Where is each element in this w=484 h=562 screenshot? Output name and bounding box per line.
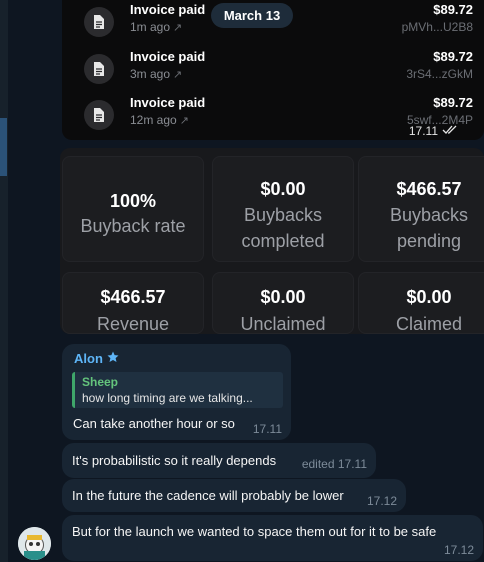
message-time: 17.11 [252,422,282,436]
reply-quote-text: how long timing are we talking... [82,391,253,405]
message-time: 17.12 [366,494,397,508]
external-link-icon[interactable]: ↗ [173,22,182,34]
stat-value: $0.00 [260,179,306,199]
star-icon [107,351,119,366]
date-separator-pill: March 13 [211,3,293,28]
invoice-amount: $89.72 [433,95,473,110]
invoice-title: Invoice paid [130,2,206,17]
invoice-time: 1m ago ↗ [130,20,182,34]
stat-value: $0.00 [260,287,306,307]
message-bubble[interactable]: Alon Sheep how long timing are we talkin… [62,344,291,440]
invoice-hash[interactable]: pMVh...U2B8 [402,20,473,34]
stat-card-revenue: $466.57 Revenue [62,272,204,334]
sidebar-strip [0,0,8,562]
sidebar-active-indicator [0,118,7,176]
external-link-icon[interactable]: ↗ [173,69,182,81]
stat-card-claimed: $0.00 Claimed [358,272,484,334]
reply-quote[interactable]: Sheep how long timing are we talking... [72,372,283,408]
stat-label: completed [241,231,325,251]
invoice-time-text: 3m ago [130,67,171,81]
invoice-title: Invoice paid [130,49,206,64]
stat-label: Revenue [96,314,170,334]
stat-label: Unclaimed [240,314,326,334]
document-icon [84,7,114,37]
reply-quote-sender: Sheep [82,375,119,389]
external-link-icon[interactable]: ↗ [180,115,189,127]
stat-label: Buybacks [389,205,469,225]
message-text: In the future the cadence will probably … [72,488,344,503]
invoice-time-text: 1m ago [130,20,171,34]
invoice-row[interactable]: Invoice paid 3m ago ↗ $89.72 3rS4...zGkM [62,47,484,87]
stat-label: Buybacks [243,205,323,225]
invoice-time-text: 12m ago [130,113,177,127]
stat-value: $466.57 [396,179,462,199]
stat-card-unclaimed: $0.00 Unclaimed [212,272,354,334]
message-bubble[interactable]: In the future the cadence will probably … [62,479,406,512]
message-text: Can take another hour or so [73,416,235,431]
message-time-text: 17.11 [408,124,438,138]
stat-value: 100% [109,191,157,211]
stat-card-buyback-rate: 100% Buyback rate [62,156,204,262]
stat-label: Buyback rate [80,216,186,236]
invoice-hash[interactable]: 3rS4...zGkM [406,67,473,81]
invoice-amount: $89.72 [433,2,473,17]
message-timestamp: 17.11 [404,124,462,138]
stat-value: $0.00 [406,287,452,307]
invoice-amount: $89.72 [433,49,473,64]
buyback-stats-panel: 100% Buyback rate $0.00 Buybacks complet… [60,148,484,334]
message-edited-time: edited 17.11 [301,457,367,471]
message-time: 17.12 [443,543,474,557]
stat-card-buybacks-completed: $0.00 Buybacks completed [212,156,354,262]
sender-name[interactable]: Alon [74,351,119,366]
double-check-icon [442,124,458,138]
invoice-time: 3m ago ↗ [130,67,182,81]
stat-card-buybacks-pending: $466.57 Buybacks pending [358,156,484,262]
document-icon [84,54,114,84]
message-text: But for the launch we wanted to space th… [72,524,437,539]
invoice-time: 12m ago ↗ [130,113,189,127]
message-bubble[interactable]: It's probabilistic so it really depends … [62,443,376,478]
stat-label: pending [396,231,462,251]
stat-label: Claimed [395,314,463,334]
sender-name-text[interactable]: Alon [74,351,103,366]
avatar[interactable] [18,527,51,560]
invoice-title: Invoice paid [130,95,206,110]
document-icon [84,100,114,130]
stat-value: $466.57 [100,287,166,307]
message-text: It's probabilistic so it really depends [72,453,277,468]
message-bubble[interactable]: But for the launch we wanted to space th… [62,515,483,561]
